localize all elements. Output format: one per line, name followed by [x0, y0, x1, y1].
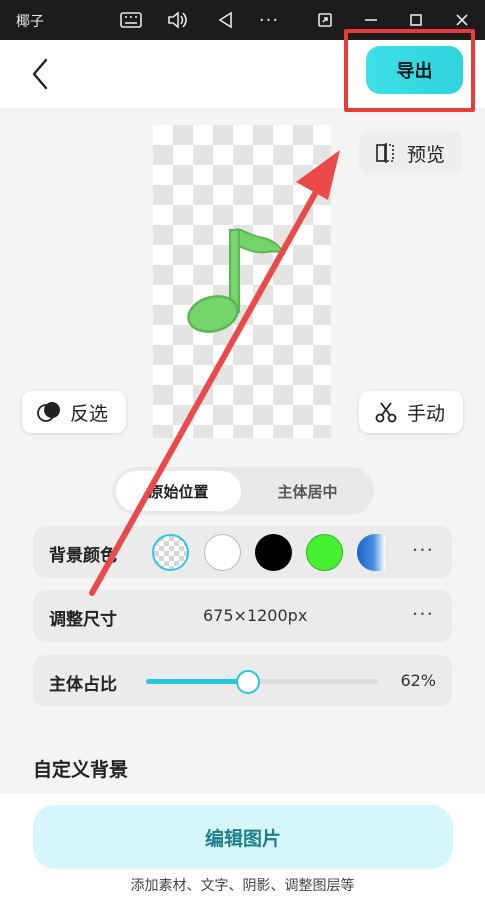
custom-background-title: 自定义背景 [33, 759, 129, 781]
tab-original-position[interactable]: 原始位置 [116, 471, 241, 511]
edit-hint: 添加素材、文字、阴影、调整图层等 [130, 878, 355, 894]
scissors-icon [373, 399, 399, 425]
slider-thumb[interactable] [236, 670, 261, 694]
subject-ratio-value: 62% [400, 671, 436, 690]
swatch-transparent[interactable] [152, 534, 189, 571]
keyboard-icon[interactable] [117, 6, 145, 34]
chevron-left-icon [32, 58, 48, 90]
invert-icon [36, 399, 62, 425]
back-button[interactable] [24, 54, 56, 94]
preview-label: 预览 [407, 143, 446, 166]
edit-image-button[interactable]: 编辑图片 [33, 805, 453, 869]
resize-value: 675×1200px [203, 606, 308, 625]
background-color-row: 背景颜色 ··· [33, 526, 452, 578]
export-highlight-box [344, 29, 475, 112]
resize-more-icon[interactable]: ··· [412, 602, 434, 626]
position-toggle: 原始位置 主体居中 [112, 467, 374, 515]
subject-ratio-slider[interactable] [146, 670, 378, 694]
resize-label: 调整尺寸 [49, 610, 117, 630]
slider-fill [146, 679, 249, 684]
manual-cutout-button[interactable]: 手动 [359, 391, 463, 433]
compare-icon [373, 140, 399, 166]
screen-rotate-icon[interactable] [311, 6, 339, 34]
invert-label: 反选 [70, 402, 109, 425]
swatch-blue[interactable] [357, 534, 385, 571]
music-note-image [187, 228, 286, 333]
invert-selection-button[interactable]: 反选 [22, 391, 126, 433]
window-title: 椰子 [16, 14, 44, 30]
volume-icon[interactable] [163, 6, 191, 34]
more-dots-icon[interactable]: ··· [255, 6, 283, 34]
resize-row[interactable]: 调整尺寸 675×1200px ··· [33, 590, 452, 642]
more-colors-icon[interactable]: ··· [412, 538, 434, 562]
swatch-white[interactable] [204, 534, 241, 571]
background-color-label: 背景颜色 [49, 546, 117, 566]
preview-button[interactable]: 预览 [359, 131, 463, 175]
tab-center-subject[interactable]: 主体居中 [245, 471, 370, 511]
subject-ratio-label: 主体占比 [49, 675, 117, 695]
manual-label: 手动 [407, 402, 446, 425]
back-triangle-icon[interactable] [211, 6, 239, 34]
swatch-green[interactable] [306, 534, 343, 571]
subject-ratio-row: 主体占比 62% [33, 655, 452, 707]
swatch-black[interactable] [255, 534, 292, 571]
